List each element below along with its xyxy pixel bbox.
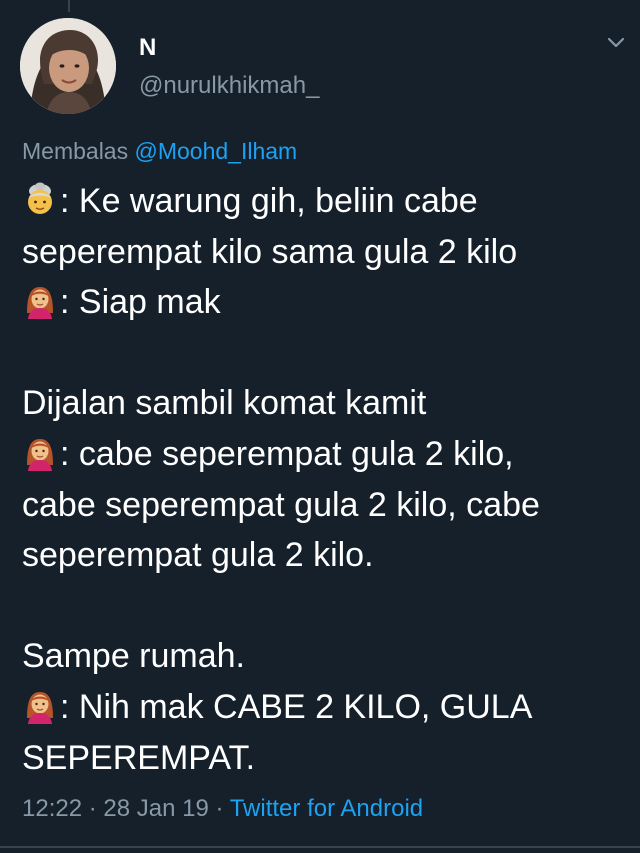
tweet-line-text: : Siap mak: [60, 283, 221, 322]
tweet-line-text: Dijalan sambil komat kamit: [22, 384, 427, 423]
woman-emoji-icon: [22, 435, 58, 471]
tweet-source-link[interactable]: Twitter for Android: [230, 795, 423, 822]
reply-mention-link[interactable]: @Moohd_Ilham: [135, 138, 298, 164]
tweet-line-text: : cabe seperempat gula 2 kilo,: [60, 434, 514, 473]
tweet-line: seperempat gula 2 kilo.: [22, 530, 622, 581]
reply-prefix: Membalas: [22, 138, 129, 164]
tweet-meta: 12:22 · 28 Jan 19 · Twitter for Android: [22, 795, 423, 823]
tweet-line: : Nih mak CABE 2 KILO, GULA: [22, 682, 622, 733]
chevron-down-icon[interactable]: [604, 30, 628, 54]
tweet-line-text: seperempat gula 2 kilo.: [22, 536, 374, 575]
meta-separator: ·: [208, 795, 230, 822]
old-woman-emoji-icon: [22, 182, 58, 218]
thread-connector-line: [68, 0, 70, 12]
woman-emoji-icon: [22, 688, 58, 724]
woman-emoji-icon: [22, 283, 58, 320]
author-handle[interactable]: @nurulkhikmah_: [139, 72, 319, 100]
tweet-line: Dijalan sambil komat kamit: [22, 378, 622, 429]
tweet-text: : Ke warung gih, beliin cabe seperempat k…: [22, 176, 622, 783]
tweet-line-text: : Ke warung gih, beliin cabe: [60, 182, 478, 220]
tweet-line: : Ke warung gih, beliin cabe: [22, 176, 622, 227]
tweet-line: : Siap mak: [22, 277, 622, 328]
tweet-line-text: cabe seperempat gula 2 kilo, cabe: [22, 485, 540, 524]
tweet-line: SEPEREMPAT.: [22, 733, 622, 784]
reply-context: Membalas @Moohd_Ilham: [22, 138, 297, 165]
tweet-line: Sampe rumah.: [22, 631, 622, 682]
tweet-line: : cabe seperempat gula 2 kilo,: [22, 429, 622, 480]
tweet-time: 12:22: [22, 795, 83, 822]
avatar[interactable]: [20, 18, 116, 114]
divider: [0, 846, 640, 848]
tweet-line-text: : Nih mak CABE 2 KILO, GULA: [60, 687, 533, 726]
tweet-line: seperempat kilo sama gula 2 kilo: [22, 227, 622, 278]
meta-separator: ·: [82, 795, 104, 822]
tweet-line-text: seperempat kilo sama gula 2 kilo: [22, 232, 518, 271]
tweet-line-text: Sampe rumah.: [22, 637, 245, 676]
tweet-date: 28 Jan 19: [103, 795, 209, 822]
tweet-line: cabe seperempat gula 2 kilo, cabe: [22, 480, 622, 531]
author-name[interactable]: N: [139, 34, 156, 62]
tweet-line-text: SEPEREMPAT.: [22, 738, 256, 777]
